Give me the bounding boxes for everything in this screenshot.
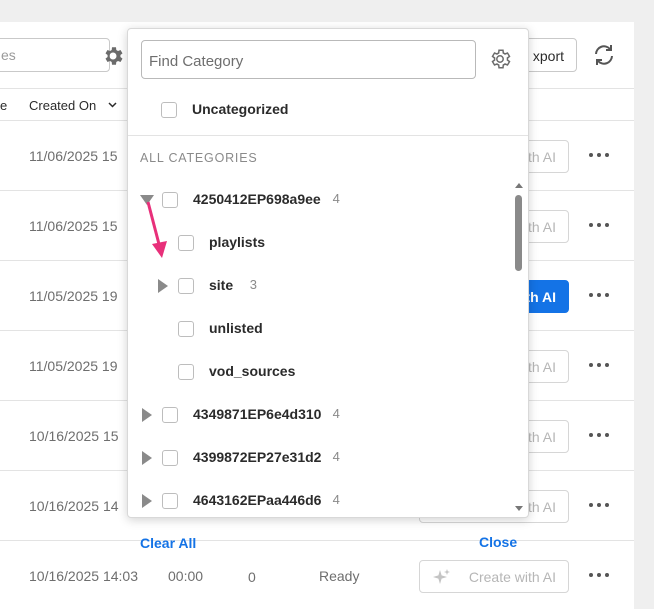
- expand-triangle-icon[interactable]: [158, 279, 168, 293]
- column-header-created-on[interactable]: Created On: [29, 98, 96, 113]
- created-on-cell: 11/06/2025 15: [29, 148, 118, 164]
- category-label: 4349871EP6e4d310: [193, 406, 322, 422]
- category-count: 4: [332, 406, 340, 421]
- close-button[interactable]: Close: [479, 534, 517, 550]
- category-picker-dropdown: Find Category Uncategorized ALL CATEGORI…: [127, 28, 529, 518]
- settings-gear-icon[interactable]: [101, 44, 125, 68]
- more-dots-icon[interactable]: [589, 293, 611, 299]
- clear-all-button[interactable]: Clear All: [140, 535, 196, 551]
- create-with-ai-label: Create with AI: [468, 569, 556, 585]
- category-label: site: [209, 277, 234, 293]
- scrollbar[interactable]: [513, 181, 525, 513]
- collapse-triangle-icon[interactable]: [140, 195, 154, 205]
- created-on-cell: 10/16/2025 14: [29, 498, 119, 514]
- category-checkbox[interactable]: [178, 364, 194, 380]
- category-checkbox[interactable]: [162, 407, 178, 423]
- settings-gear-icon[interactable]: [488, 47, 512, 71]
- search-input-text: es: [1, 47, 16, 63]
- created-on-cell: 11/06/2025 15: [29, 218, 118, 234]
- create-with-ai-label: th AI: [527, 429, 556, 445]
- created-on-cell: 11/05/2025 19: [29, 358, 118, 374]
- category-label: unlisted: [209, 320, 263, 336]
- category-count: 4: [332, 449, 340, 464]
- category-checkbox[interactable]: [162, 450, 178, 466]
- create-with-ai-label: th AI: [527, 219, 556, 235]
- category-checkbox[interactable]: [178, 235, 194, 251]
- search-input[interactable]: es: [0, 38, 110, 72]
- category-label: vod_sources: [209, 363, 296, 379]
- chevron-down-icon[interactable]: [108, 102, 117, 108]
- create-with-ai-label: th AI: [527, 359, 556, 375]
- table-row[interactable]: 10/16/2025 14:03 00:00 0 Ready Create with A…: [0, 541, 634, 609]
- expand-triangle-icon[interactable]: [142, 408, 152, 422]
- created-on-cell: 11/05/2025 19: [29, 288, 118, 304]
- category-label: 4250412EP698a9ee: [193, 191, 321, 207]
- all-categories-heading: ALL CATEGORIES: [140, 151, 258, 165]
- category-item[interactable]: 4349871EP6e4d310 4: [128, 405, 508, 427]
- count-cell: 0: [248, 569, 256, 585]
- create-with-ai-label: th AI: [525, 289, 556, 305]
- category-item[interactable]: 4399872EP27e31d2 4: [128, 448, 508, 470]
- more-dots-icon[interactable]: [589, 153, 611, 159]
- scroll-up-arrow-icon[interactable]: [515, 183, 523, 188]
- category-checkbox[interactable]: [162, 493, 178, 509]
- category-label: 4399872EP27e31d2: [193, 449, 322, 465]
- more-dots-icon[interactable]: [589, 363, 611, 369]
- category-label: playlists: [209, 234, 266, 250]
- more-dots-icon[interactable]: [589, 503, 611, 509]
- category-checkbox[interactable]: [162, 192, 178, 208]
- category-item[interactable]: 4643162EPaa446d6 4: [128, 491, 508, 513]
- more-dots-icon[interactable]: [589, 223, 611, 229]
- create-with-ai-label: th AI: [527, 499, 556, 515]
- column-header-partial[interactable]: e: [0, 98, 7, 113]
- category-checkbox[interactable]: [178, 321, 194, 337]
- category-count: 4: [332, 492, 340, 507]
- category-item[interactable]: playlists: [128, 233, 508, 255]
- find-category-placeholder: Find Category: [149, 53, 244, 70]
- uncategorized-label: Uncategorized: [192, 101, 289, 117]
- category-item[interactable]: vod_sources: [128, 362, 508, 384]
- category-count: 3: [249, 277, 258, 292]
- expand-triangle-icon[interactable]: [142, 451, 152, 465]
- divider: [128, 135, 528, 136]
- category-checkbox[interactable]: [178, 278, 194, 294]
- category-count: 4: [332, 191, 340, 206]
- category-item[interactable]: 4250412EP698a9ee 4: [128, 190, 508, 212]
- find-category-input[interactable]: Find Category: [141, 40, 476, 79]
- create-with-ai-button[interactable]: Create with AI: [419, 560, 569, 593]
- create-with-ai-label: th AI: [527, 149, 556, 165]
- status-cell: Ready: [319, 568, 360, 584]
- created-on-cell: 10/16/2025 15: [29, 428, 119, 444]
- refresh-icon[interactable]: [591, 42, 617, 68]
- created-on-cell: 10/16/2025 14:03: [29, 568, 138, 584]
- more-dots-icon[interactable]: [589, 433, 611, 439]
- category-item[interactable]: unlisted: [128, 319, 508, 341]
- category-item[interactable]: site 3: [128, 276, 508, 298]
- more-dots-icon[interactable]: [589, 573, 611, 579]
- sparkle-icon: [433, 569, 450, 584]
- expand-triangle-icon[interactable]: [142, 494, 152, 508]
- uncategorized-checkbox[interactable]: [161, 102, 177, 118]
- category-label: 4643162EPaa446d6: [193, 492, 322, 508]
- scroll-thumb[interactable]: [515, 195, 522, 271]
- scroll-down-arrow-icon[interactable]: [515, 506, 523, 511]
- duration-cell: 00:00: [168, 568, 204, 584]
